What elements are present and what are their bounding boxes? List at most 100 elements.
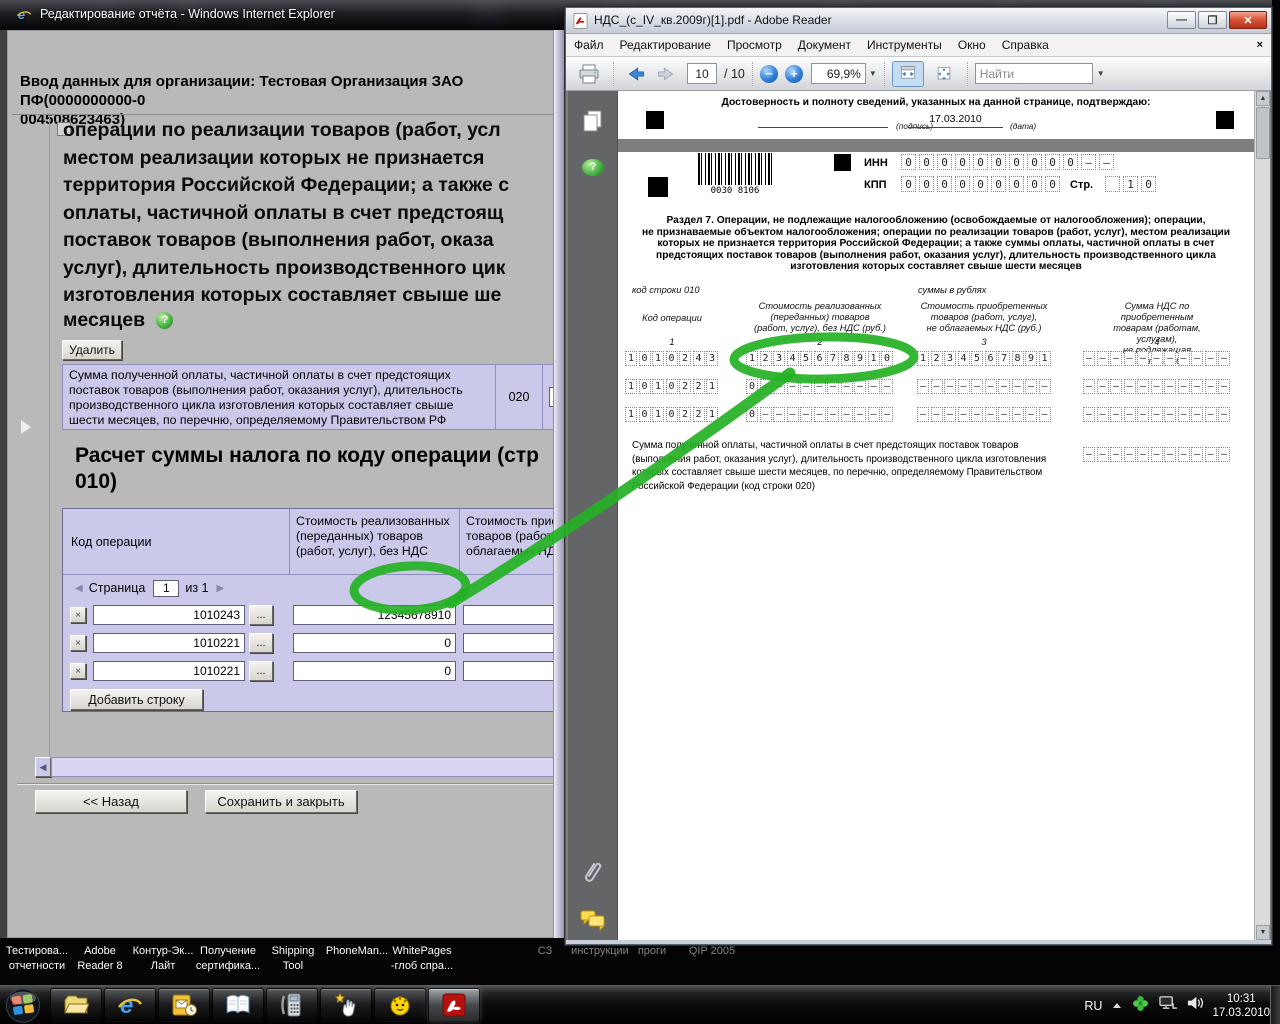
full-screen-icon[interactable] [928,61,960,87]
ar-titlebar[interactable]: НДС_(с_IV_кв.2009г)[1].pdf - Adobe Reade… [566,8,1271,34]
desktop-icon-label[interactable]: Контур-Эк... Лайт [133,944,194,974]
previous-page-icon[interactable] [621,61,651,87]
digit-cell: – [1096,379,1109,394]
zoom-dropdown-icon[interactable]: ▼ [869,69,877,78]
menubar-close-icon[interactable]: × [1257,39,1263,51]
add-row-button[interactable]: Добавить строку [70,689,203,710]
row-lookup-button[interactable]: ... [249,605,273,625]
comments-panel-icon[interactable] [580,909,606,936]
menu-view[interactable]: Просмотр [719,38,790,52]
desktop-icon-label[interactable]: Получение сертифика... [196,944,260,974]
row-val2-input[interactable]: 0 [293,633,456,653]
digit-cell: 0 [919,176,934,192]
digit-cell: – [800,407,812,422]
desktop-icon-label[interactable]: Adobe Reader 8 [77,944,122,974]
row-lookup-button[interactable]: ... [249,633,273,653]
row-code-input[interactable]: 1010243 [93,605,245,625]
desktop-icon-label[interactable]: СЗ [538,944,552,959]
help-icon[interactable]: ? [156,312,174,330]
menu-help[interactable]: Справка [994,38,1057,52]
menu-file[interactable]: Файл [566,38,612,52]
find-input[interactable]: Найти [974,63,1093,84]
how-to-panel-icon[interactable]: ? [582,159,604,176]
maximize-button[interactable]: ❐ [1198,11,1227,29]
row-code-input[interactable]: 1010221 [93,633,245,653]
desktop-icon-label[interactable]: инструкции [571,944,629,959]
save-close-button[interactable]: Сохранить и закрыть [205,790,357,813]
taskbar-phone-button[interactable] [266,988,318,1022]
desktop-icon-label[interactable]: Shipping Tool [272,944,315,974]
system-tray: RU 10:31 17.03.2010 [1084,986,1270,1024]
ie-vertical-scrollbar[interactable] [553,30,565,938]
panel-expand-arrow[interactable] [21,420,31,434]
zoom-in-icon[interactable]: + [784,64,803,83]
find-dropdown-icon[interactable]: ▼ [1097,69,1105,78]
hscroll-left-button[interactable]: ◀ [35,757,51,777]
zoom-out-icon[interactable]: − [759,64,778,83]
taskbar-outlook-button[interactable] [158,988,210,1022]
desktop-icon-label[interactable]: WhitePages -глоб спра... [391,944,453,974]
desktop-icon-label[interactable]: проги [638,944,666,959]
taskbar-pointer-tool-button[interactable] [320,988,372,1022]
frame-divider [49,116,50,772]
menu-tools[interactable]: Инструменты [859,38,950,52]
menu-document[interactable]: Документ [790,38,859,52]
pdf-vertical-scrollbar[interactable]: ▲ ▼ [1254,91,1270,940]
qip-status-icon[interactable] [1132,995,1149,1017]
digit-cell: 0 [955,154,970,170]
hscrollbar[interactable] [51,757,560,777]
digit-cell: – [1110,447,1122,462]
pages-panel-icon[interactable] [581,109,605,140]
digit-cell: – [1096,447,1109,462]
taskbar-addressbook-button[interactable] [212,988,264,1022]
desktop-icon-label[interactable]: Тестирова... отчетности [6,944,68,974]
network-icon[interactable] [1158,995,1178,1016]
digit-cell: 0 [955,176,970,192]
back-button[interactable]: << Назад [35,790,187,813]
menu-edit[interactable]: Редактирование [612,38,719,52]
desktop-icon-label[interactable]: PhoneMan... [326,944,388,959]
desktop-icon-label[interactable]: QIP 2005 [689,944,735,959]
row-delete-button[interactable]: × [70,663,86,679]
taskbar-ie-button[interactable]: e [104,988,156,1022]
kpp-cells: 000000000 [901,176,1063,192]
row-delete-button[interactable]: × [70,607,86,623]
row-val2-input[interactable]: 0 [293,661,456,681]
start-button[interactable] [4,987,42,1024]
menu-window[interactable]: Окно [950,38,994,52]
row-lookup-button[interactable]: ... [249,661,273,681]
page-next-icon[interactable]: ▶ [217,583,225,594]
print-icon[interactable] [572,61,606,87]
row-code-input[interactable]: 1010221 [93,661,245,681]
row-val3-input[interactable] [463,633,560,653]
minimize-button[interactable]: — [1167,11,1196,29]
row-delete-button[interactable]: × [70,635,86,651]
row-val2-input[interactable]: 12345678910 [293,605,456,625]
tray-clock[interactable]: 10:31 17.03.2010 [1212,992,1270,1020]
volume-icon[interactable] [1186,995,1204,1016]
row-val3-input[interactable] [463,661,560,681]
digit-cell: – [1164,379,1176,394]
page-prev-icon[interactable]: ◀ [75,583,83,594]
taskbar-adobe-reader-button[interactable] [428,988,480,1022]
fit-width-icon[interactable] [891,60,924,87]
digit-cell: 2 [679,351,691,366]
language-indicator[interactable]: RU [1084,999,1102,1013]
tray-expand-icon[interactable] [1111,997,1123,1015]
zoom-level-input[interactable]: 69,9% [810,63,866,84]
page-number-input[interactable]: 10 [687,63,717,84]
scroll-up-icon[interactable]: ▲ [1256,91,1270,106]
digit-cell: – [984,379,997,394]
next-page-icon[interactable] [651,61,681,87]
show-desktop-button[interactable] [1270,986,1280,1024]
delete-button[interactable]: Удалить [62,340,122,360]
ie-window-title: Редактирование отчёта - Windows Internet… [40,7,335,21]
taskbar-qip-button[interactable] [374,988,426,1022]
close-button[interactable]: ✕ [1229,11,1267,29]
row-val3-input[interactable]: 1234567891 [463,605,560,625]
scroll-down-icon[interactable]: ▼ [1256,925,1270,940]
page-number-input[interactable]: 1 [153,579,180,597]
scroll-thumb[interactable] [1256,107,1270,159]
attachments-panel-icon[interactable] [581,856,605,891]
taskbar-explorer-button[interactable] [50,988,102,1022]
